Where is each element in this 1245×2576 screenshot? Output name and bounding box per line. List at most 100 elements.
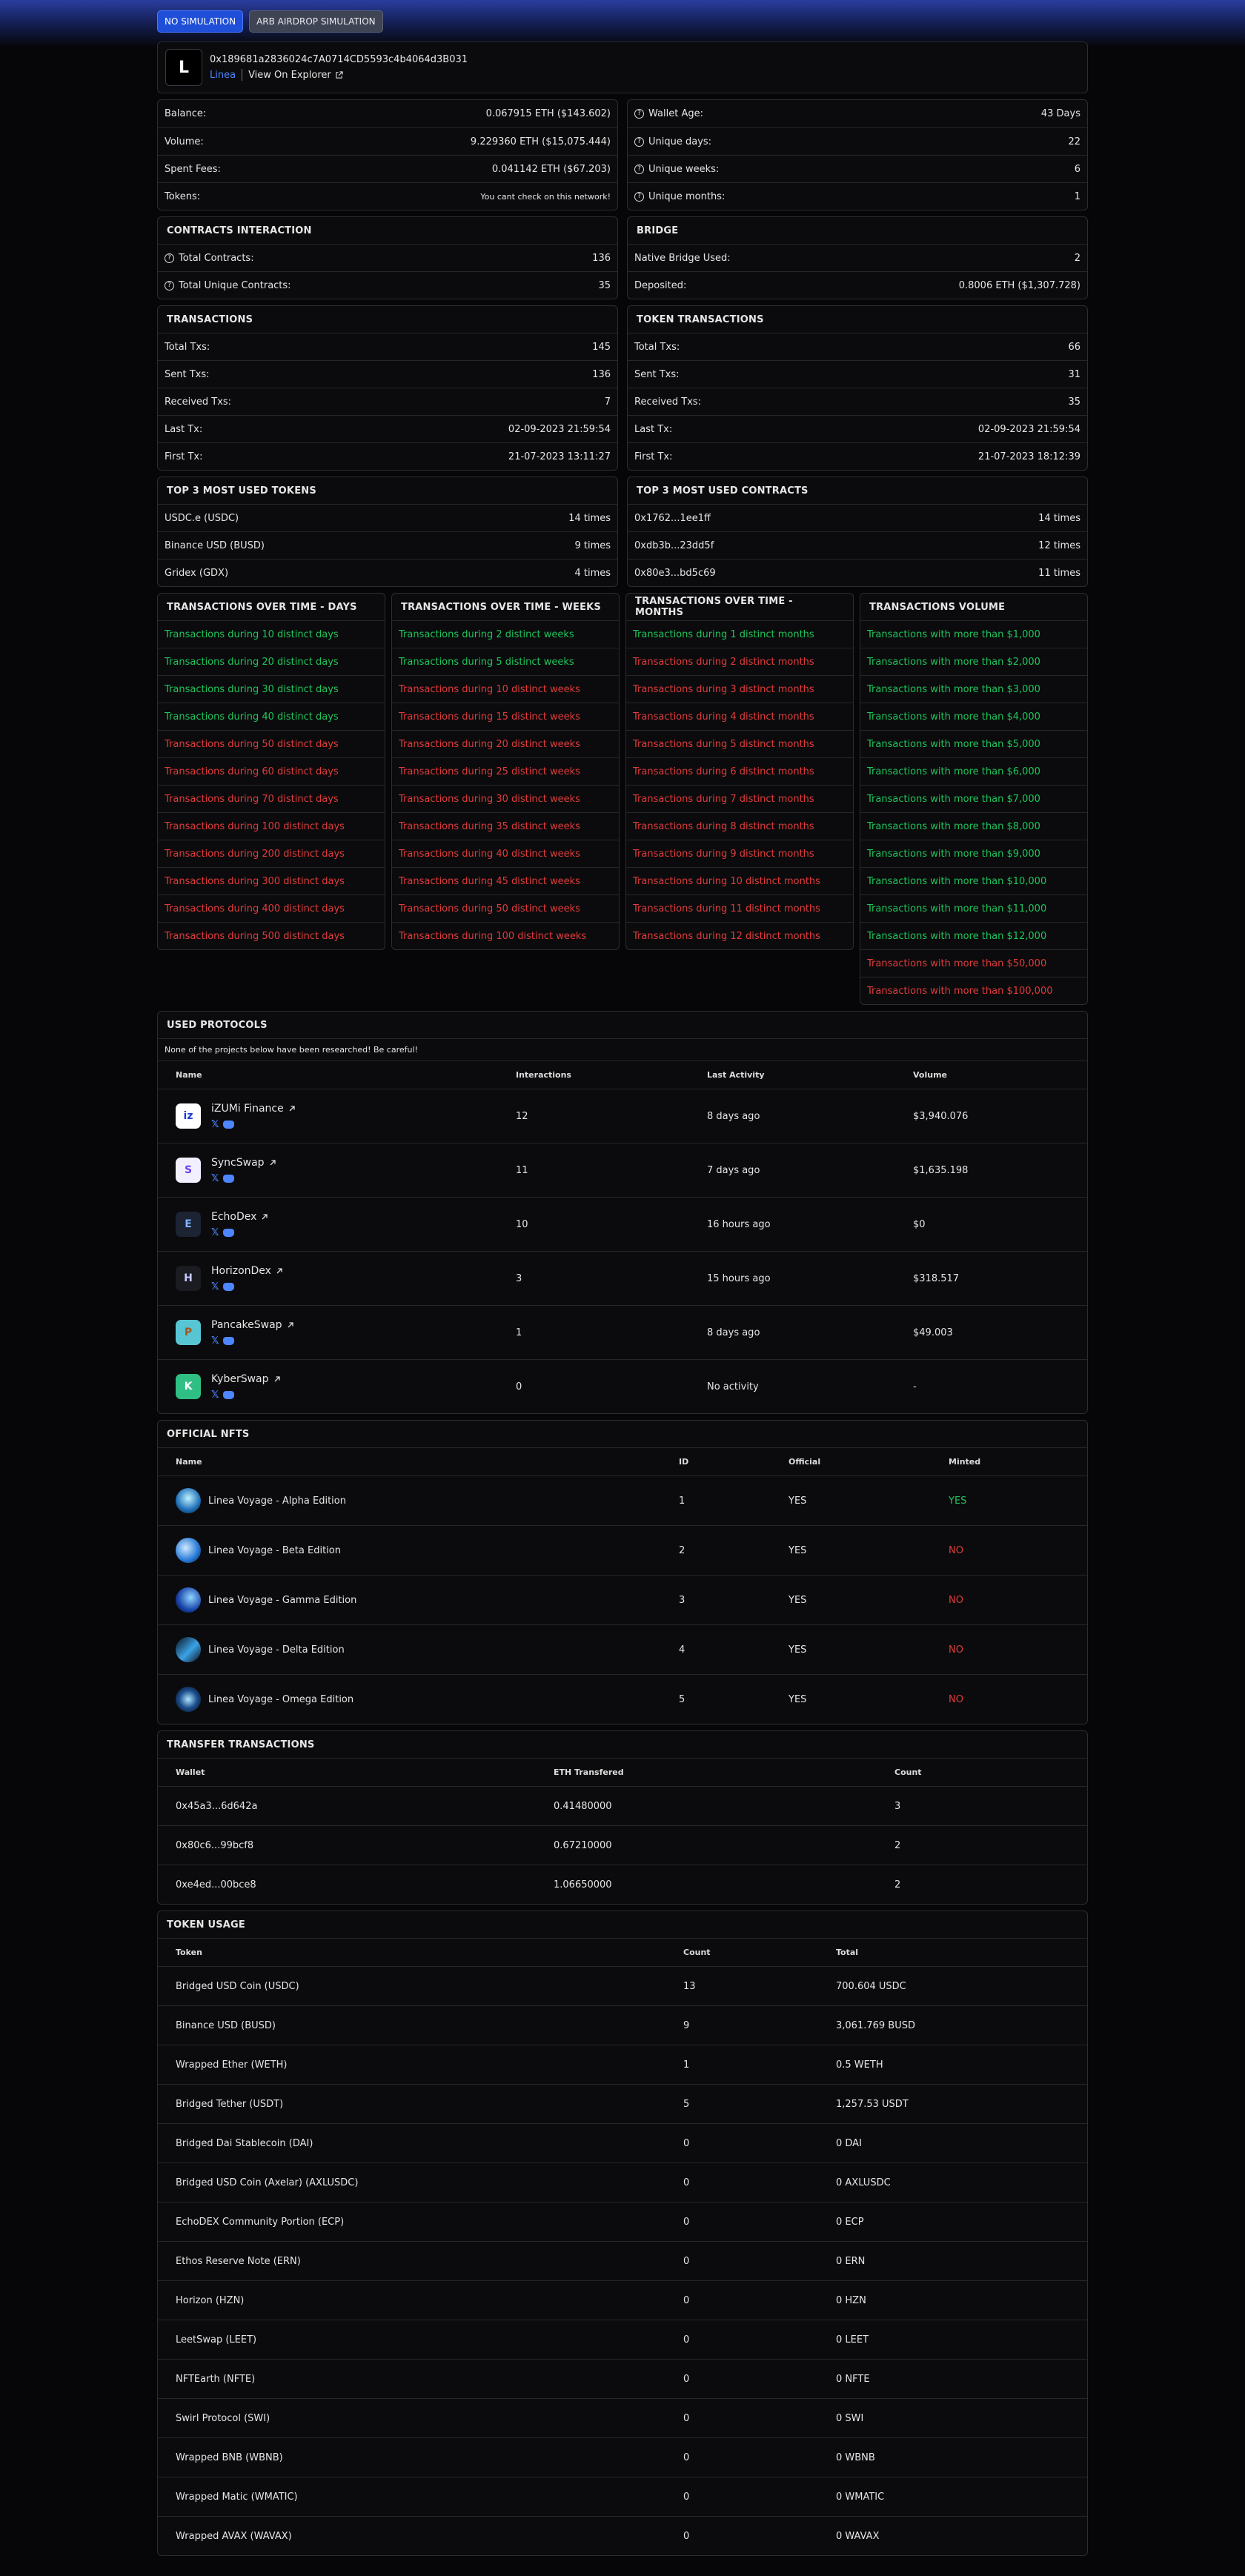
milestone-item: Transactions during 7 distinct months [626, 785, 853, 812]
transfer-wallet[interactable]: 0x80c6...99bcf8 [158, 1840, 536, 1851]
x-twitter-icon[interactable]: 𝕏 [211, 1281, 219, 1292]
nft-official: YES [788, 1594, 807, 1606]
token-token: Wrapped AVAX (WAVAX) [176, 2530, 292, 2542]
stat-row: 0x80e3...bd5c69 11 times [628, 559, 1087, 586]
discord-icon[interactable] [223, 1120, 235, 1129]
stat-row: Native Bridge Used: 2 [628, 244, 1087, 271]
stat-label-text: Received Txs: [634, 396, 702, 408]
wallet-address[interactable]: 0x189681a2836024c7A0714CD5593c4b4064d3B0… [210, 54, 468, 65]
stat-value: 12 times [1038, 540, 1080, 551]
table-row: S SyncSwap 𝕏 11 7 days ago $1,635.198 [158, 1143, 1087, 1197]
discord-icon[interactable] [223, 1336, 235, 1345]
milestone-item: Transactions during 40 distinct weeks [392, 840, 619, 867]
nft-name: Linea Voyage - Gamma Edition [208, 1594, 357, 1606]
token-total: 3,061.769 BUSD [836, 2019, 915, 2031]
x-twitter-icon[interactable]: 𝕏 [211, 1335, 219, 1347]
milestone-item: Transactions during 200 distinct days [158, 840, 385, 867]
nft-minted: NO [949, 1644, 963, 1656]
protocol-link[interactable]: EchoDex [211, 1211, 268, 1223]
stat-row: Received Txs: 35 [628, 388, 1087, 415]
milestone-item: Transactions with more than $8,000 [860, 812, 1087, 840]
over-time-weeks-panel: TRANSACTIONS OVER TIME - WEEKS Transactio… [391, 593, 620, 950]
stat-row: Volume: 9.229360 ETH ($15,075.444) [158, 127, 617, 155]
protocol-name: EchoDex [211, 1210, 257, 1223]
no-simulation-button[interactable]: NO SIMULATION [157, 10, 244, 33]
stat-value: 136 [592, 368, 611, 380]
stat-label: Balance: [165, 108, 206, 119]
top-used-row: TOP 3 MOST USED TOKENS USDC.e (USDC) 14 ti… [157, 477, 1088, 587]
milestone-item: Transactions during 50 distinct weeks [392, 894, 619, 922]
table-row: H HorizonDex 𝕏 3 15 hours ago $318.517 [158, 1251, 1087, 1305]
stat-row: Total Txs: 145 [158, 333, 617, 360]
protocol-link[interactable]: SyncSwap [211, 1157, 276, 1169]
stat-label: Binance USD (BUSD) [165, 540, 265, 551]
stat-label-text: Sent Txs: [634, 368, 680, 380]
milestone-item: Transactions during 20 distinct days [158, 648, 385, 675]
top-tokens-panel: TOP 3 MOST USED TOKENS USDC.e (USDC) 14 ti… [157, 477, 618, 587]
stat-label-text: Total Txs: [165, 341, 210, 353]
protocol-interactions: 1 [516, 1327, 522, 1338]
section-title: TRANSACTIONS VOLUME [869, 601, 1006, 613]
simulation-toggle: NO SIMULATION ARB AIRDROP SIMULATION [157, 0, 1088, 42]
milestone-item: Transactions during 70 distinct days [158, 785, 385, 812]
protocol-link[interactable]: iZUMi Finance [211, 1103, 296, 1115]
stat-value: 14 times [568, 512, 611, 524]
stat-label-text: First Tx: [165, 451, 203, 462]
transfer-wallet[interactable]: 0x45a3...6d642a [158, 1801, 536, 1812]
nft-name: Linea Voyage - Omega Edition [208, 1693, 354, 1705]
token-count: 0 [683, 2255, 690, 2267]
milestone-item: Transactions during 11 distinct months [626, 894, 853, 922]
stat-label-text: Wallet Age: [648, 108, 703, 119]
x-twitter-icon[interactable]: 𝕏 [211, 1119, 219, 1130]
stat-label: ? Wallet Age: [634, 108, 703, 119]
protocol-link[interactable]: HorizonDex [211, 1265, 283, 1277]
milestone-item: Transactions during 5 distinct weeks [392, 648, 619, 675]
milestone-item: Transactions with more than $3,000 [860, 675, 1087, 703]
token-count: 9 [683, 2019, 690, 2031]
section-title: TOKEN TRANSACTIONS [637, 313, 764, 325]
linea-logo: L [165, 49, 202, 86]
milestone-item: Transactions during 25 distinct weeks [392, 757, 619, 785]
discord-icon[interactable] [223, 1174, 235, 1183]
stat-label-text: Deposited: [634, 279, 687, 291]
view-explorer-link[interactable]: View On Explorer [248, 70, 343, 81]
stat-label: Spent Fees: [165, 164, 221, 175]
discord-icon[interactable] [223, 1228, 235, 1237]
nft-name: Linea Voyage - Alpha Edition [208, 1495, 346, 1507]
stat-value: 1 [1074, 190, 1080, 202]
discord-icon[interactable] [223, 1282, 235, 1291]
token-token: Binance USD (BUSD) [176, 2019, 276, 2031]
transfer-wallet[interactable]: 0xe4ed...00bce8 [158, 1879, 536, 1890]
stat-label: First Tx: [634, 451, 673, 462]
discord-icon[interactable] [223, 1390, 235, 1399]
wallet-header: L 0x189681a2836024c7A0714CD5593c4b4064d3… [157, 42, 1088, 93]
protocol-logo-icon: S [176, 1158, 201, 1183]
milestone-item: Transactions during 30 distinct weeks [392, 785, 619, 812]
table-row: E EchoDex 𝕏 10 16 hours ago $0 [158, 1197, 1087, 1251]
token-total: 0 ERN [836, 2255, 866, 2267]
table-row: 0x45a3...6d642a 0.41480000 3 [158, 1786, 1087, 1825]
stat-label-text: Last Tx: [165, 423, 203, 435]
x-twitter-icon[interactable]: 𝕏 [211, 1173, 219, 1184]
x-twitter-icon[interactable]: 𝕏 [211, 1227, 219, 1238]
table-row: Linea Voyage - Beta Edition 2 YES NO [158, 1525, 1087, 1575]
token-count: 0 [683, 2491, 690, 2503]
arb-airdrop-simulation-button[interactable]: ARB AIRDROP SIMULATION [249, 10, 383, 33]
protocol-link[interactable]: KyberSwap [211, 1373, 281, 1385]
milestone-item: Transactions with more than $1,000 [860, 620, 1087, 648]
protocol-name: HorizonDex [211, 1264, 271, 1277]
table-row: iz iZUMi Finance 𝕏 12 8 days ago $3,940.076 [158, 1089, 1087, 1143]
stat-value: 0.067915 ETH ($143.602) [485, 108, 611, 119]
protocol-last: 7 days ago [707, 1164, 760, 1176]
x-twitter-icon[interactable]: 𝕏 [211, 1390, 219, 1401]
protocol-link[interactable]: PancakeSwap [211, 1319, 294, 1331]
protocol-interactions: 12 [516, 1110, 528, 1122]
protocol-interactions: 3 [516, 1272, 522, 1284]
stat-label: Received Txs: [634, 396, 701, 408]
table-row: Linea Voyage - Delta Edition 4 YES NO [158, 1624, 1087, 1674]
column-header: Minted [949, 1457, 981, 1467]
stat-value: 9.229360 ETH ($15,075.444) [470, 136, 611, 147]
stat-label: Total Txs: [634, 342, 680, 353]
network-name[interactable]: Linea [210, 70, 236, 81]
social-links: 𝕏 [211, 1173, 276, 1184]
